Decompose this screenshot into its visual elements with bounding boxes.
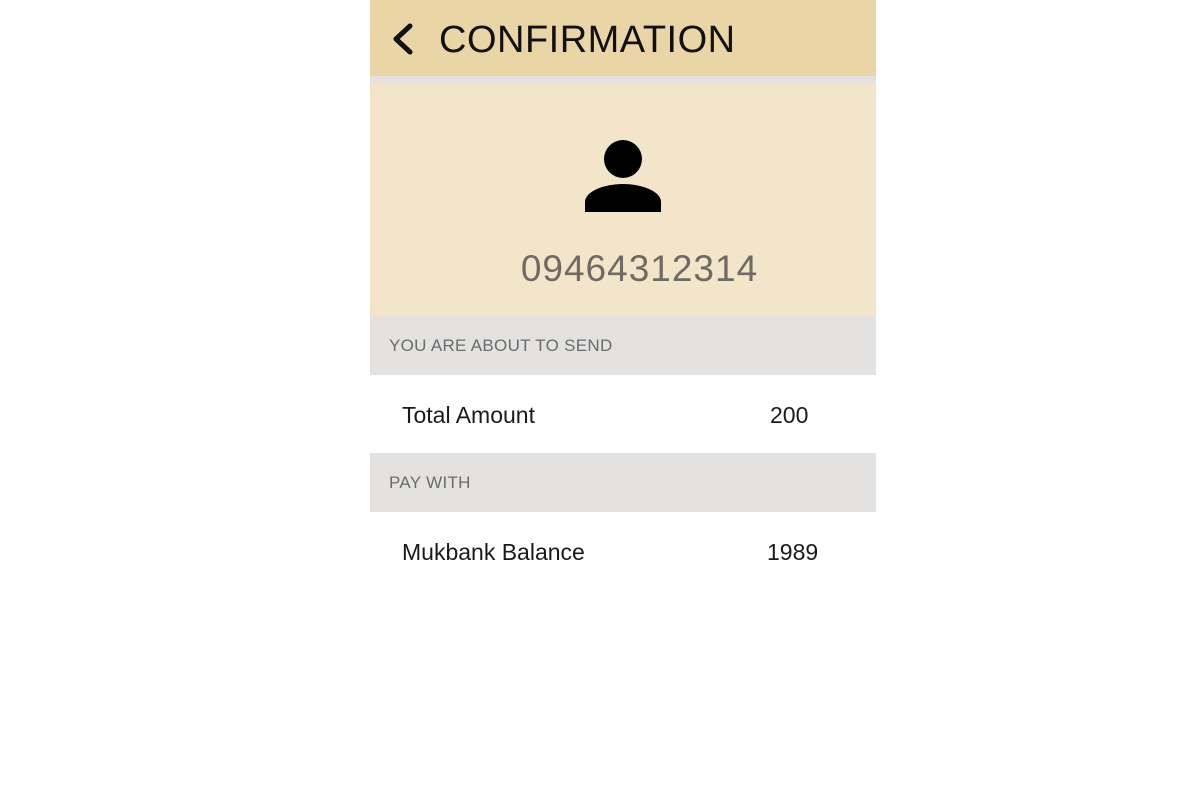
total-amount-value: 200 <box>770 402 809 428</box>
recipient-phone-number: 09464312314 <box>520 248 759 289</box>
send-section-header: YOU ARE ABOUT TO SEND <box>370 316 876 375</box>
chevron-left-icon <box>393 23 413 55</box>
balance-label: Mukbank Balance <box>402 539 585 565</box>
confirmation-screen: CONFIRMATION 09464312314 YOU ARE ABOUT T… <box>370 0 876 795</box>
pay-section-header: PAY WITH <box>370 453 876 512</box>
person-icon <box>585 140 661 212</box>
page-title: CONFIRMATION <box>439 19 736 61</box>
total-amount-label: Total Amount <box>402 402 535 428</box>
back-button[interactable] <box>388 20 422 58</box>
total-amount-row: Total Amount 200 <box>370 375 876 453</box>
divider <box>370 76 876 83</box>
balance-value: 1989 <box>767 539 819 565</box>
recipient-card: 09464312314 <box>370 83 876 316</box>
balance-row[interactable]: Mukbank Balance 1989 <box>370 512 876 590</box>
send-section-header-label: YOU ARE ABOUT TO SEND <box>389 336 613 355</box>
pay-section-header-label: PAY WITH <box>389 473 471 492</box>
app-bar: CONFIRMATION <box>370 0 876 76</box>
